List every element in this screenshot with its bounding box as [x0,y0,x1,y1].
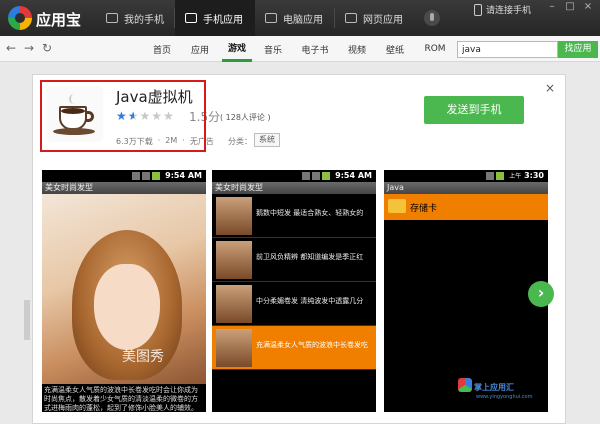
signal-icon [302,172,310,180]
connect-label: 请连接手机 [486,6,532,16]
category-music[interactable]: 音乐 [260,36,286,62]
screenshot-2[interactable]: 9:54 AM 美女时尚发型 鹅数中短发 最适合熟女、轻熟女的 前卫风负精辨 都… [212,170,376,412]
background-scroll-handle [24,300,30,340]
wifi-icon [312,172,320,180]
list-item: 中分柔媚卷发 清纯波发中透露几分 [212,282,376,326]
folder-label: 存储卡 [410,204,438,214]
phone-icon [474,3,482,16]
status-time: 9:54 AM [165,171,202,180]
refresh-icon[interactable]: ↻ [40,41,54,55]
tab-pc-apps[interactable]: 电脑应用 [255,0,335,36]
list-thumbnail [216,241,252,279]
site-watermark: 掌上应用汇 [474,383,514,392]
tab-web-apps[interactable]: 网页应用 [335,0,415,36]
screenshot-3[interactable]: 上午 3:30 Java 存储卡 掌上应用汇 www.yingyonghui.c… [384,170,548,412]
monitor-icon [265,13,277,23]
status-bar: 上午 3:30 [384,170,548,182]
category-games[interactable]: 游戏 [222,36,252,62]
window-controls: – □ × [546,2,594,12]
send-to-phone-button[interactable]: 发送到手机 [424,96,524,124]
phone-icon [106,13,118,23]
screen-title: Java [384,182,548,194]
battery-icon [322,172,330,180]
photo-caption: 充满温柔女人气质的波浪中长卷发吃时会让你成为时尚焦点，散发着少女气质的清淡温柔的… [42,384,206,412]
app-title: 应用宝 [36,11,82,29]
tab-label: 我的手机 [124,14,164,26]
category-rom[interactable]: ROM [422,36,448,62]
screenshot-1[interactable]: 9:54 AM 美女时尚发型 美图秀 充满温柔女人气质的波浪中长卷发吃时会让你成… [42,170,206,412]
screen-title: 美女时尚发型 [212,182,376,194]
search-input[interactable] [457,41,558,58]
microphone-icon[interactable] [424,10,440,26]
connect-phone-button[interactable]: 请连接手机 [474,3,531,16]
app-logo-icon [8,6,32,30]
category-video[interactable]: 视频 [344,36,370,62]
list-item-selected: 充满温柔女人气质的波浪中长卷发吃 [212,326,376,370]
forward-icon[interactable]: → [22,41,36,55]
wifi-icon [142,172,150,180]
tab-my-phone[interactable]: 我的手机 [96,0,176,36]
close-window-icon[interactable]: × [582,2,594,12]
list-thumbnail [216,329,252,367]
tab-phone-apps[interactable]: 手机应用 [175,0,255,36]
list-thumbnail [216,285,252,323]
status-bar: 9:54 AM [212,170,376,182]
next-screenshot-button[interactable]: › [528,281,554,307]
storage-folder-row: 存储卡 [384,194,548,220]
category-ebooks[interactable]: 电子书 [300,36,330,62]
list-thumbnail [216,197,252,235]
maximize-icon[interactable]: □ [564,2,576,12]
status-time-prefix: 上午 [509,173,522,180]
category-tag[interactable]: 系统 [254,133,280,147]
site-watermark-url: www.yingyonghui.com [476,394,533,400]
status-time: 9:54 AM [335,171,372,180]
category-wallpaper[interactable]: 壁纸 [382,36,408,62]
close-icon[interactable]: × [544,82,556,94]
back-icon[interactable]: ← [4,41,18,55]
category-label: 分类： [228,137,252,146]
category-apps[interactable]: 应用 [187,36,213,62]
screen-title: 美女时尚发型 [42,182,206,194]
status-bar: 9:54 AM [42,170,206,182]
category-home[interactable]: 首页 [148,36,176,62]
search-button[interactable]: 找应用 [558,41,598,58]
signal-icon [486,172,494,180]
signal-icon [132,172,140,180]
photo-watermark: 美图秀 [122,349,164,365]
web-icon [345,13,357,23]
folder-icon [388,199,406,213]
tab-label: 网页应用 [363,14,403,26]
tab-label: 电脑应用 [283,14,323,26]
battery-icon [152,172,160,180]
status-time: 3:30 [524,171,544,180]
minimize-icon[interactable]: – [546,2,558,12]
tab-label: 手机应用 [203,14,243,26]
site-logo-icon [458,378,472,392]
list-item: 前卫风负精辨 都知道编发是季正红 [212,238,376,282]
annotation-highlight-box [40,80,206,152]
list-item: 鹅数中短发 最适合熟女、轻熟女的 [212,194,376,238]
battery-icon [496,172,504,180]
review-count[interactable]: ( 128人评论 ) [220,112,271,123]
category-bar: ← → ↻ 首页 应用 游戏 音乐 电子书 视频 壁纸 ROM 找应用 [0,36,600,62]
top-bar: 应用宝 我的手机 手机应用 电脑应用 网页应用 请连接手机 – □ × [0,0,600,36]
apps-icon [185,13,197,23]
